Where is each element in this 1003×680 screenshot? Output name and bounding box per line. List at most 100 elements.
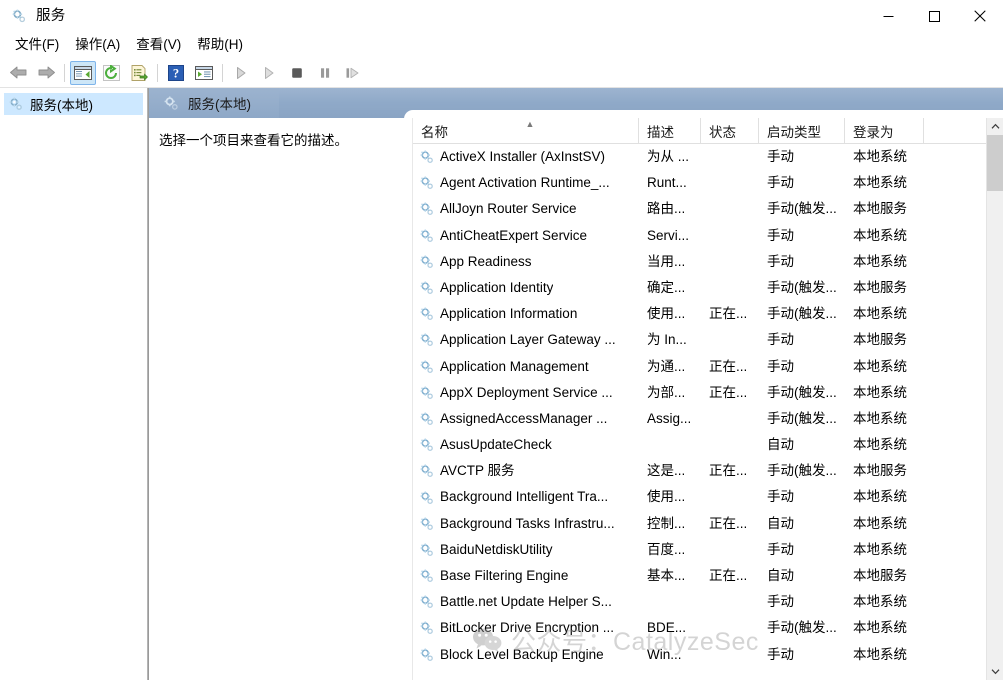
cell-service-name: AssignedAccessManager ... [413,406,639,432]
table-row[interactable]: BitLocker Drive Encryption ... BDE... 手动(触… [413,615,1003,641]
table-row[interactable]: AsusUpdateCheck 自动 本地系统 [413,432,1003,458]
table-row[interactable]: AppX Deployment Service ... 为部... 正在... 手动(… [413,380,1003,406]
show-hide-tree-icon[interactable] [70,60,96,85]
close-icon[interactable] [957,0,1003,32]
column-header-name[interactable]: 名称 ▲ [413,118,639,144]
cell-description: BDE... [647,620,687,636]
cell-startup-type: 手动(触发... [767,463,837,479]
cell-startup-type: 自动 [767,437,794,453]
services-gear-icon [419,437,435,453]
services-list-view: 名称 ▲ 描述 状态 启动类型 登录为 ActiveX Installer (A… [413,118,1003,680]
cell-description: 路由... [647,201,686,217]
menu-action[interactable]: 操作(A) [67,35,128,55]
table-row[interactable]: AVCTP 服务 这是... 正在... 手动(触发... 本地服务 [413,458,1003,484]
column-header-status-label: 状态 [709,125,736,140]
vertical-scrollbar[interactable] [986,118,1003,680]
tree-item-services-local[interactable]: 服务(本地) [4,93,143,115]
menu-help[interactable]: 帮助(H) [189,35,251,55]
stop-service-icon[interactable] [284,61,310,85]
table-row[interactable]: AssignedAccessManager ... Assig... 手动(触发..… [413,406,1003,432]
table-row[interactable]: App Readiness 当用... 手动 本地系统 [413,249,1003,275]
table-row[interactable]: Background Tasks Infrastru... 控制... 正在... 自… [413,511,1003,537]
back-arrow-icon[interactable] [5,61,31,85]
column-header-log-on-as[interactable]: 登录为 [845,118,924,144]
cell-service-name: BaiduNetdiskUtility [413,537,639,563]
cell-status: 正在... [709,515,748,531]
service-name-label: Base Filtering Engine [440,568,569,583]
cell-service-name: Block Level Backup Engine [413,642,639,668]
cell-description: Assig... [647,410,692,426]
restart-service-icon[interactable] [340,61,366,85]
table-row[interactable]: Block Level Backup Engine Win... 手动 本地系统 [413,642,1003,668]
column-header-startup-type[interactable]: 启动类型 [759,118,845,144]
service-name-label: Application Identity [440,279,554,295]
table-row[interactable]: Base Filtering Engine 基本... 正在... 自动 本地服务 [413,563,1003,589]
cell-log-on-as: 本地系统 [853,489,907,505]
mmc-result-pane: 服务(本地) 选择一个项目来查看它的描述。 名称 ▲ 描述 状态 启动类型 登录… [148,88,1003,680]
table-row[interactable]: Application Identity 确定... 手动(触发... 本地服务 [413,275,1003,301]
cell-service-name: Application Information [413,301,639,327]
column-header-startup-type-label: 启动类型 [767,125,821,140]
column-header-description[interactable]: 描述 [639,118,701,144]
table-row[interactable]: Background Intelligent Tra... 使用... 手动 本地系统 [413,484,1003,510]
cell-description: Runt... [647,175,687,191]
table-row[interactable]: BaiduNetdiskUtility 百度... 手动 本地系统 [413,537,1003,563]
cell-description: 这是... [647,463,686,479]
services-gear-icon [419,332,435,348]
menu-file[interactable]: 文件(F) [7,35,67,55]
table-row[interactable]: Agent Activation Runtime_... Runt... 手动 本地系… [413,170,1003,196]
table-row[interactable]: ActiveX Installer (AxInstSV) 为从 ... 手动 本地系统 [413,144,1003,170]
cell-startup-type: 手动 [767,358,794,374]
console-tree-pane: 服务(本地) [0,88,148,680]
cell-service-name: ActiveX Installer (AxInstSV) [413,144,639,170]
scroll-up-icon[interactable] [987,118,1003,135]
pause-service-icon[interactable] [312,61,338,85]
cell-log-on-as: 本地系统 [853,620,907,636]
scroll-thumb[interactable] [987,135,1003,191]
table-row[interactable]: Application Management 为通... 正在... 手动 本地系统 [413,354,1003,380]
start-service-icon[interactable] [228,61,254,85]
resume-service-icon[interactable] [256,61,282,85]
table-row[interactable]: Application Layer Gateway ... 为 In... 手动 本地… [413,327,1003,353]
properties-icon[interactable] [191,61,217,85]
service-name-label: AsusUpdateCheck [440,437,552,453]
cell-service-name: BitLocker Drive Encryption ... [413,615,639,641]
services-gear-icon [419,359,435,375]
services-gear-icon [419,201,435,217]
column-header-status[interactable]: 状态 [701,118,759,144]
menu-view[interactable]: 查看(V) [128,35,189,55]
cell-service-name: Background Tasks Infrastru... [413,511,639,537]
cell-log-on-as: 本地服务 [853,201,907,217]
cell-status: 正在... [709,358,748,374]
forward-arrow-icon[interactable] [33,61,59,85]
window-title: 服务 [36,7,66,24]
cell-service-name: App Readiness [413,249,639,275]
table-row[interactable]: Application Information 使用... 正在... 手动(触发..… [413,301,1003,327]
minimize-icon[interactable] [865,0,911,32]
scroll-down-icon[interactable] [987,663,1003,680]
cell-log-on-as: 本地系统 [853,437,907,453]
cell-log-on-as: 本地系统 [853,646,907,662]
service-name-label: Battle.net Update Helper S... [440,594,612,610]
table-row[interactable]: AllJoyn Router Service 路由... 手动(触发... 本地服务 [413,196,1003,222]
services-gear-icon [419,280,435,296]
cell-description: 当用... [647,253,686,269]
help-icon[interactable]: ? [163,61,189,85]
table-row[interactable]: AntiCheatExpert Service Servi... 手动 本地系统 [413,223,1003,249]
cell-service-name: Base Filtering Engine [413,563,639,589]
cell-service-name: Battle.net Update Helper S... [413,589,639,615]
cell-startup-type: 手动(触发... [767,410,837,426]
refresh-icon[interactable] [98,61,124,85]
maximize-icon[interactable] [911,0,957,32]
services-gear-icon [419,490,435,506]
table-row[interactable]: Battle.net Update Helper S... 手动 本地系统 [413,589,1003,615]
cell-log-on-as: 本地服务 [853,332,907,348]
cell-startup-type: 手动 [767,149,794,164]
tree-item-label: 服务(本地) [30,98,93,113]
cell-log-on-as: 本地系统 [853,227,907,243]
cell-status: 正在... [709,463,748,479]
list-rows-container: ActiveX Installer (AxInstSV) 为从 ... 手动 本地系统… [413,144,1003,680]
scroll-track[interactable] [987,135,1003,663]
cell-startup-type: 手动 [767,175,794,191]
export-list-icon[interactable] [126,61,152,85]
